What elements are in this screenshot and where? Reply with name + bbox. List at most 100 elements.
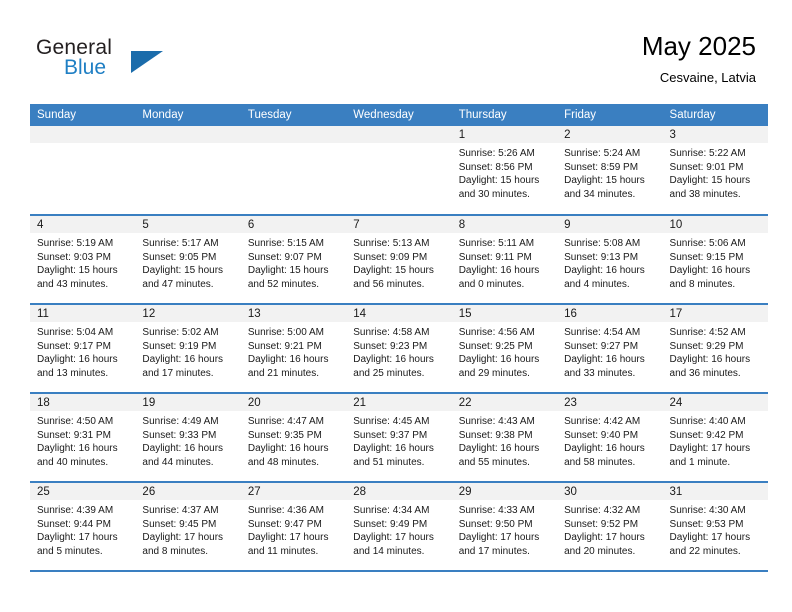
calendar-day-cell[interactable]: 11 Sunrise: 5:04 AM Sunset: 9:17 PM Dayligh… [30, 304, 136, 394]
day-number: 2 [557, 126, 663, 143]
day-number: 15 [451, 305, 558, 322]
brand-name-blue: Blue [64, 56, 107, 79]
day-cell-content: 23 Sunrise: 4:42 AM Sunset: 9:40 PM Dayligh… [557, 394, 663, 481]
sunrise-text: Sunrise: 4:50 AM [37, 416, 114, 427]
sunset-text: Sunset: 9:03 PM [37, 251, 111, 263]
calendar-day-cell[interactable]: 20 Sunrise: 4:47 AM Sunset: 9:35 PM Dayligh… [240, 393, 347, 483]
day-number: 19 [135, 394, 241, 411]
calendar-day-cell[interactable]: 31 Sunrise: 4:30 AM Sunset: 9:53 PM Dayligh… [662, 482, 768, 572]
calendar-day-cell[interactable]: 21 Sunrise: 4:45 AM Sunset: 9:37 PM Dayligh… [346, 393, 452, 483]
calendar-day-cell[interactable]: 3 Sunrise: 5:22 AM Sunset: 9:01 PM Daylight… [662, 126, 768, 216]
day-cell-content: 24 Sunrise: 4:40 AM Sunset: 9:42 PM Dayligh… [662, 394, 768, 481]
calendar-day-cell[interactable]: 23 Sunrise: 4:42 AM Sunset: 9:40 PM Dayligh… [557, 393, 663, 483]
day-number: 3 [662, 126, 768, 143]
calendar-day-cell[interactable]: 28 Sunrise: 4:34 AM Sunset: 9:49 PM Dayligh… [346, 482, 452, 572]
daylight-text-line2: and 20 minutes. [564, 545, 636, 557]
day-cell-content: 30 Sunrise: 4:32 AM Sunset: 9:52 PM Dayligh… [557, 483, 663, 570]
daylight-text-line1: Daylight: 17 hours [247, 532, 329, 544]
calendar-day-cell[interactable]: 26 Sunrise: 4:37 AM Sunset: 9:45 PM Dayligh… [135, 482, 241, 572]
sunrise-text: Sunrise: 5:06 AM [669, 238, 746, 249]
day-number: 10 [662, 216, 768, 233]
brand-logo[interactable]: General Blue [36, 36, 216, 92]
daylight-text-line1: Daylight: 17 hours [142, 532, 224, 544]
sunset-text: Sunset: 9:35 PM [247, 429, 322, 441]
calendar-body: 1 Sunrise: 5:26 AM Sunset: 8:56 PM Daylight… [30, 126, 768, 572]
calendar-day-cell[interactable]: 16 Sunrise: 4:54 AM Sunset: 9:27 PM Dayligh… [557, 304, 663, 394]
calendar-day-cell[interactable]: 10 Sunrise: 5:06 AM Sunset: 9:15 PM Dayligh… [662, 215, 768, 305]
calendar-day-cell[interactable]: 14 Sunrise: 4:58 AM Sunset: 9:23 PM Dayligh… [346, 304, 452, 394]
calendar-day-cell[interactable]: 27 Sunrise: 4:36 AM Sunset: 9:47 PM Dayligh… [240, 482, 347, 572]
daylight-text-line2: and 1 minute. [669, 456, 731, 468]
calendar-day-cell[interactable]: 6 Sunrise: 5:15 AM Sunset: 9:07 PM Daylight… [240, 215, 347, 305]
sunrise-text: Sunrise: 4:45 AM [353, 416, 430, 427]
calendar-day-cell[interactable]: 22 Sunrise: 4:43 AM Sunset: 9:38 PM Dayligh… [451, 393, 558, 483]
calendar-day-cell[interactable]: 24 Sunrise: 4:40 AM Sunset: 9:42 PM Dayligh… [662, 393, 768, 483]
daylight-text-line1: Daylight: 16 hours [247, 443, 329, 455]
daylight-text-line2: and 51 minutes. [353, 456, 425, 468]
day-details: Sunrise: 5:19 AM Sunset: 9:03 PM Daylight:… [30, 233, 135, 291]
day-cell-content: 7 Sunrise: 5:13 AM Sunset: 9:09 PM Daylight… [346, 216, 452, 303]
column-header-monday: Monday [135, 104, 241, 126]
calendar-day-cell[interactable]: 12 Sunrise: 5:02 AM Sunset: 9:19 PM Dayligh… [135, 304, 241, 394]
day-cell-content: 3 Sunrise: 5:22 AM Sunset: 9:01 PM Daylight… [662, 126, 768, 213]
sunset-text: Sunset: 9:11 PM [458, 251, 532, 263]
daylight-text-line1: Daylight: 16 hours [353, 354, 434, 366]
sunrise-text: Sunrise: 4:37 AM [142, 505, 219, 516]
day-details: Sunrise: 5:11 AM Sunset: 9:11 PM Daylight:… [452, 233, 557, 291]
calendar-day-cell[interactable]: 5 Sunrise: 5:17 AM Sunset: 9:05 PM Daylight… [135, 215, 241, 305]
daylight-text-line1: Daylight: 16 hours [669, 354, 751, 366]
daylight-text-line2: and 0 minutes. [458, 278, 525, 290]
day-number: 13 [240, 305, 347, 322]
column-header-friday: Friday [557, 104, 663, 126]
day-cell-content [30, 126, 136, 213]
day-cell-content: 15 Sunrise: 4:56 AM Sunset: 9:25 PM Dayligh… [451, 305, 558, 392]
day-cell-content: 9 Sunrise: 5:08 AM Sunset: 9:13 PM Daylight… [557, 216, 663, 303]
calendar-day-cell[interactable]: 9 Sunrise: 5:08 AM Sunset: 9:13 PM Daylight… [557, 215, 663, 305]
day-details: Sunrise: 5:13 AM Sunset: 9:09 PM Daylight:… [346, 233, 451, 291]
calendar-day-cell[interactable]: 1 Sunrise: 5:26 AM Sunset: 8:56 PM Daylight… [451, 126, 558, 216]
calendar-day-cell[interactable]: 17 Sunrise: 4:52 AM Sunset: 9:29 PM Dayligh… [662, 304, 768, 394]
sunset-text: Sunset: 8:56 PM [458, 161, 533, 173]
sunrise-text: Sunrise: 5:26 AM [458, 148, 535, 159]
sunrise-text: Sunrise: 4:52 AM [669, 327, 746, 338]
daylight-text-line1: Daylight: 17 hours [353, 532, 434, 544]
calendar-day-cell[interactable]: 25 Sunrise: 4:39 AM Sunset: 9:44 PM Dayligh… [30, 482, 136, 572]
day-number: 12 [135, 305, 241, 322]
day-cell-content: 10 Sunrise: 5:06 AM Sunset: 9:15 PM Dayligh… [662, 216, 768, 303]
sunset-text: Sunset: 9:01 PM [669, 161, 744, 173]
day-cell-content: 22 Sunrise: 4:43 AM Sunset: 9:38 PM Dayligh… [451, 394, 558, 481]
sunrise-text: Sunrise: 4:40 AM [669, 416, 746, 427]
sunrise-text: Sunrise: 5:22 AM [669, 148, 746, 159]
daylight-text-line1: Daylight: 16 hours [247, 354, 329, 366]
calendar-day-cell[interactable]: 8 Sunrise: 5:11 AM Sunset: 9:11 PM Daylight… [451, 215, 558, 305]
day-cell-content: 12 Sunrise: 5:02 AM Sunset: 9:19 PM Dayligh… [135, 305, 241, 392]
day-number: 18 [30, 394, 136, 411]
day-details: Sunrise: 4:56 AM Sunset: 9:25 PM Daylight:… [452, 322, 557, 380]
calendar-day-cell[interactable]: 4 Sunrise: 5:19 AM Sunset: 9:03 PM Daylight… [30, 215, 136, 305]
sunset-text: Sunset: 9:49 PM [353, 518, 428, 530]
calendar-day-cell[interactable]: 7 Sunrise: 5:13 AM Sunset: 9:09 PM Daylight… [346, 215, 452, 305]
day-details: Sunrise: 5:06 AM Sunset: 9:15 PM Daylight:… [663, 233, 768, 291]
daylight-text-line1: Daylight: 15 hours [669, 175, 751, 187]
sunrise-text: Sunrise: 4:32 AM [564, 505, 641, 516]
column-header-tuesday: Tuesday [240, 104, 347, 126]
calendar-day-cell[interactable]: 30 Sunrise: 4:32 AM Sunset: 9:52 PM Dayligh… [557, 482, 663, 572]
calendar-day-cell[interactable]: 15 Sunrise: 4:56 AM Sunset: 9:25 PM Dayligh… [451, 304, 558, 394]
sunrise-text: Sunrise: 5:00 AM [247, 327, 324, 338]
calendar-day-cell[interactable]: 18 Sunrise: 4:50 AM Sunset: 9:31 PM Dayligh… [30, 393, 136, 483]
daylight-text-line2: and 13 minutes. [37, 367, 109, 379]
sunrise-text: Sunrise: 4:33 AM [458, 505, 535, 516]
calendar-day-cell[interactable]: 2 Sunrise: 5:24 AM Sunset: 8:59 PM Daylight… [557, 126, 663, 216]
day-cell-content: 27 Sunrise: 4:36 AM Sunset: 9:47 PM Dayligh… [240, 483, 347, 570]
sunset-text: Sunset: 9:07 PM [247, 251, 322, 263]
sunset-text: Sunset: 9:29 PM [669, 340, 744, 352]
calendar-day-cell[interactable]: 19 Sunrise: 4:49 AM Sunset: 9:33 PM Dayligh… [135, 393, 241, 483]
title-block: May 2025 Cesvaine, Latvia [642, 30, 756, 88]
sunrise-text: Sunrise: 4:42 AM [564, 416, 641, 427]
daylight-text-line1: Daylight: 16 hours [37, 354, 118, 366]
sunrise-text: Sunrise: 5:11 AM [458, 238, 535, 249]
sunset-text: Sunset: 9:37 PM [353, 429, 428, 441]
calendar-day-cell[interactable]: 13 Sunrise: 5:00 AM Sunset: 9:21 PM Dayligh… [240, 304, 347, 394]
day-details: Sunrise: 4:30 AM Sunset: 9:53 PM Daylight:… [663, 500, 768, 558]
calendar-day-cell[interactable]: 29 Sunrise: 4:33 AM Sunset: 9:50 PM Dayligh… [451, 482, 558, 572]
